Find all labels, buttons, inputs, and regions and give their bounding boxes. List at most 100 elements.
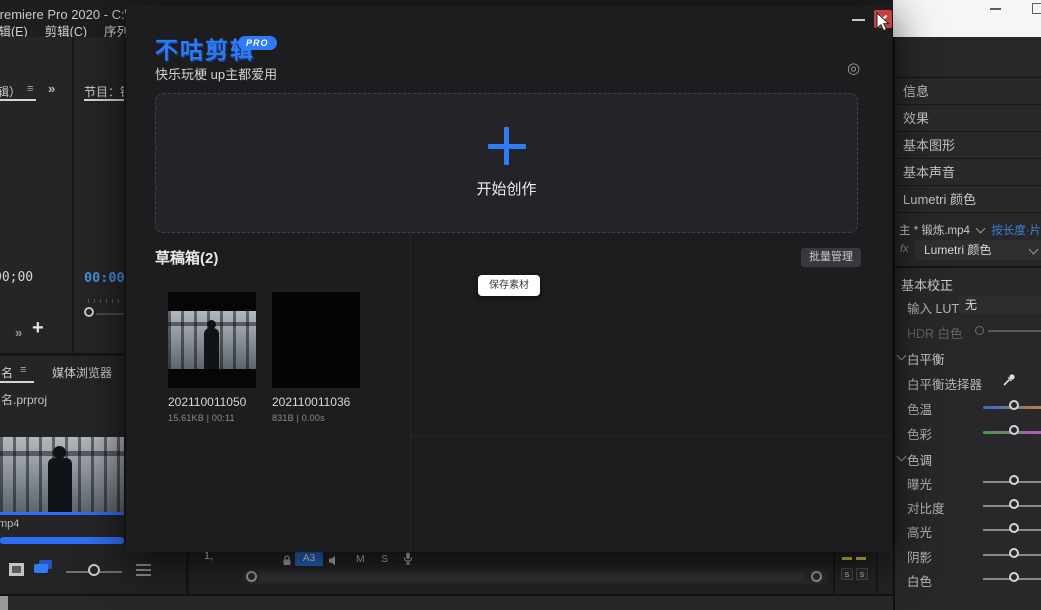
background-window-titlebar — [893, 0, 1041, 37]
right-panel: 信息 效果 基本图形 基本声音 Lumetri 颜色 主 * 锻炼.mp4 按长… — [893, 37, 1041, 610]
shadows-slider-handle[interactable] — [1009, 548, 1019, 558]
section-basic-correction[interactable]: 基本校正 — [901, 275, 953, 294]
drafts-heading: 草稿箱(2) — [155, 247, 218, 268]
button-overflow-icon[interactable]: » — [15, 325, 22, 340]
tagline: 快乐玩梗 up主都爱用 — [155, 64, 277, 83]
row-whites: 白色 — [895, 568, 1041, 592]
icon-view-icon[interactable] — [34, 560, 54, 574]
panel-divider — [876, 545, 878, 594]
source-timecode[interactable]: 00;00 — [0, 270, 33, 285]
tab-essential-sound[interactable]: 基本声音 — [895, 159, 1041, 186]
tab-info[interactable]: 信息 — [895, 78, 1041, 105]
solo-button[interactable]: S — [381, 553, 388, 565]
eyedropper-icon[interactable] — [1002, 373, 1016, 392]
panel-divider — [186, 545, 189, 594]
dialog-minimize-button[interactable] — [852, 19, 865, 21]
status-strip — [0, 594, 1041, 610]
panel-divider — [833, 545, 835, 594]
tab-essential-graphics[interactable]: 基本图形 — [895, 132, 1041, 159]
audio-meter-peak — [842, 557, 852, 560]
panel-menu-icon[interactable]: ≡ — [20, 364, 26, 376]
effect-selector[interactable]: Lumetri 颜色 — [914, 240, 1041, 260]
tab-media-browser[interactable]: 媒体浏览器 — [52, 364, 112, 381]
chevron-down-icon[interactable] — [897, 351, 907, 361]
add-button[interactable]: + — [32, 317, 44, 340]
zoom-handle-left[interactable] — [246, 571, 257, 582]
chevron-down-icon[interactable] — [897, 452, 907, 462]
left-panels: 辑） ≡ » 节目：锻 00;00 00:00 » + 名 ≡ 媒体浏览器 名.… — [0, 37, 124, 610]
mouse-cursor — [876, 12, 891, 38]
draft-meta: 831B | 0.00s — [272, 413, 360, 423]
plus-icon — [488, 127, 526, 165]
meter-solo-right[interactable]: s — [856, 568, 868, 580]
row-input-lut: 输入 LUT 无 — [895, 295, 1041, 317]
start-create-label: 开始创作 — [476, 178, 536, 199]
chevron-down-icon[interactable] — [1029, 245, 1039, 255]
input-lut-select[interactable]: 无 — [959, 296, 1041, 314]
meter-solo-left[interactable]: s — [841, 568, 853, 580]
contrast-slider-handle[interactable] — [1009, 499, 1019, 509]
active-tab-underline — [0, 381, 34, 383]
track-target-a3-button[interactable]: A3 — [295, 552, 323, 566]
whites-slider-handle[interactable] — [1009, 572, 1019, 582]
draft-card[interactable]: 202110011036 831B | 0.00s — [272, 292, 360, 423]
clip-thumbnail[interactable] — [0, 437, 124, 512]
settings-icon[interactable]: ◎ — [847, 61, 860, 76]
tab-effects[interactable]: 效果 — [895, 105, 1041, 132]
selection-highlight — [0, 512, 124, 515]
batch-manage-button[interactable]: 批量管理 — [801, 248, 861, 267]
clip-link[interactable]: 按长度·片 — [991, 225, 1041, 237]
effect-clip-header: 主 * 锻炼.mp4 按长度·片 — [899, 221, 1041, 241]
ruler-ticks — [88, 299, 124, 303]
chevron-down-icon[interactable] — [976, 224, 986, 234]
horizontal-divider — [0, 353, 124, 356]
menu-icon[interactable] — [136, 564, 151, 579]
active-tab-underline — [0, 99, 36, 101]
tab-lumetri-color[interactable]: Lumetri 颜色 — [895, 186, 1041, 213]
active-tab-underline — [84, 99, 124, 101]
exposure-slider-handle[interactable] — [1009, 475, 1019, 485]
row-highlights: 高光 — [895, 519, 1041, 543]
tab-program-monitor[interactable]: 节目：锻 — [84, 83, 124, 100]
zoom-slider-handle[interactable] — [88, 564, 100, 576]
start-create-button[interactable]: 开始创作 — [155, 93, 858, 233]
highlights-slider-handle[interactable] — [1009, 523, 1019, 533]
fx-badge: fx — [900, 243, 909, 255]
scrub-handle[interactable] — [84, 307, 94, 317]
scrollbar-corner[interactable] — [0, 596, 8, 610]
row-tint: 色彩 — [895, 421, 1041, 443]
horizontal-divider — [895, 266, 1041, 268]
bottom-panels: 1, A3 M S s s — [0, 545, 893, 594]
minimize-icon[interactable] — [990, 8, 1001, 10]
panel-divider — [72, 37, 74, 353]
tab-overflow-icon[interactable]: » — [48, 81, 55, 96]
list-view-icon[interactable] — [9, 563, 24, 576]
row-contrast: 对比度 — [895, 495, 1041, 519]
temperature-slider-handle[interactable] — [1009, 400, 1019, 410]
draft-thumbnail — [272, 292, 360, 388]
screen: Premiere Pro 2020 - C:\用 编辑(E) 剪辑(C) 序列(… — [0, 0, 1041, 610]
draft-card[interactable]: 202110011050 15.61KB | 00:11 — [168, 292, 256, 423]
voiceover-mic-icon[interactable] — [403, 552, 413, 570]
grid-line — [410, 435, 892, 436]
tab-source-monitor[interactable]: 辑） — [0, 83, 21, 100]
row-exposure: 曝光 — [895, 471, 1041, 495]
panel-tab-list: 信息 效果 基本图形 基本声音 Lumetri 颜色 — [895, 78, 1041, 213]
timeline-zoom-scrollbar[interactable] — [243, 569, 829, 584]
tint-slider-handle[interactable] — [1009, 425, 1019, 435]
tab-project[interactable]: 名 — [1, 364, 13, 381]
draft-thumbnail — [168, 292, 256, 388]
master-clip-label[interactable]: 主 * 锻炼.mp4 — [899, 225, 970, 237]
zoom-handle-right[interactable] — [811, 571, 822, 582]
program-timecode[interactable]: 00:00 — [84, 270, 124, 286]
mute-button[interactable]: M — [356, 553, 365, 565]
project-file-item[interactable]: 名.prproj — [1, 391, 47, 408]
panel-menu-icon[interactable]: ≡ — [27, 83, 33, 95]
maximize-icon[interactable] — [1032, 3, 1041, 14]
horizontal-scrollbar[interactable] — [0, 537, 124, 544]
row-wb-selector: 白平衡选择器 — [895, 371, 1041, 393]
plugin-dialog: ◎ 不咕剪辑 PRO 快乐玩梗 up主都爱用 开始创作 草稿箱(2) 批量管理 … — [126, 5, 892, 552]
audio-meter-peak — [856, 557, 866, 560]
clip-filename: mp4 — [0, 518, 19, 530]
group-tone: 色调 — [895, 447, 1041, 469]
